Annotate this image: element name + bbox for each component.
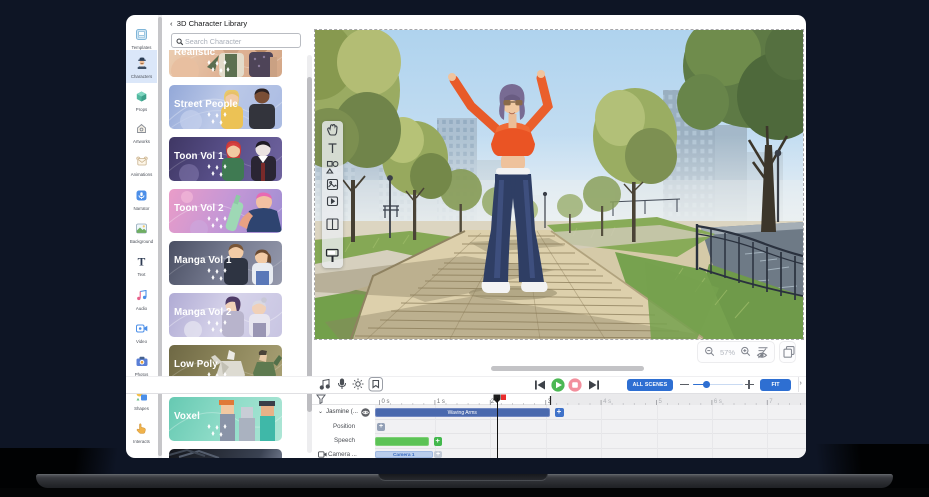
- svg-text:T: T: [138, 257, 146, 267]
